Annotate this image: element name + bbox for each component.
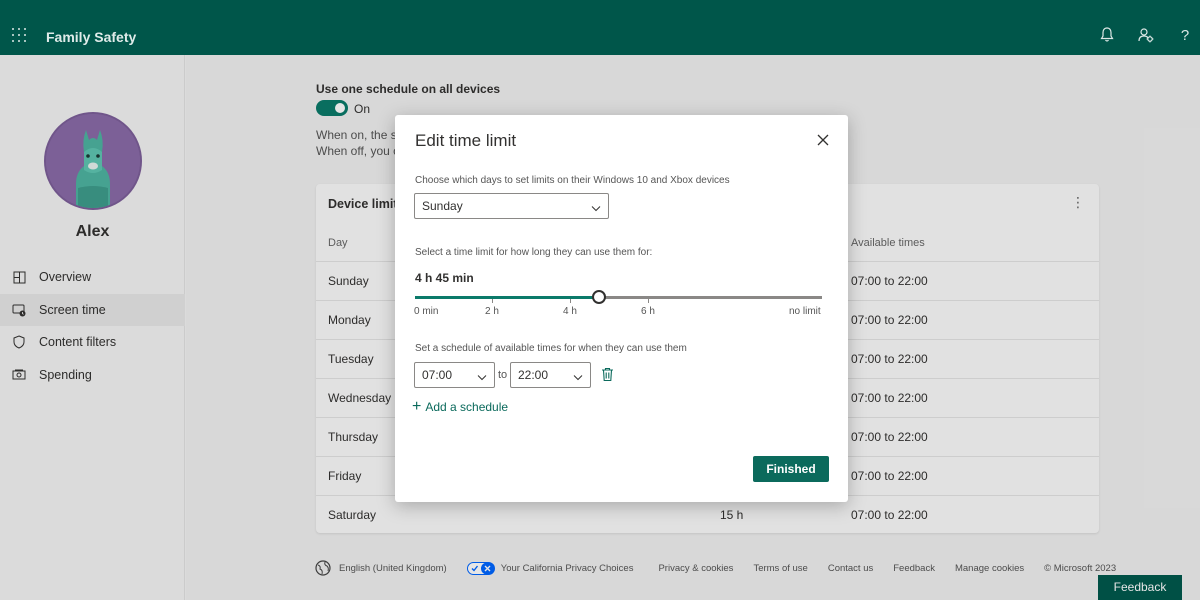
slider-tick bbox=[492, 299, 493, 303]
slider-tick bbox=[570, 299, 571, 303]
close-icon[interactable] bbox=[816, 133, 830, 147]
chevron-down-icon bbox=[477, 371, 487, 381]
finished-button[interactable]: Finished bbox=[753, 456, 829, 482]
limit-label: Select a time limit for how long they ca… bbox=[415, 247, 653, 258]
from-time-value: 07:00 bbox=[422, 368, 453, 382]
edit-time-limit-dialog: Edit time limit Choose which days to set… bbox=[395, 115, 848, 502]
tick-label-no-limit: no limit bbox=[789, 306, 821, 317]
plus-icon: + bbox=[412, 398, 422, 415]
tick-label-6h: 6 h bbox=[641, 306, 655, 317]
delete-schedule-icon[interactable] bbox=[601, 367, 614, 382]
slider-tick bbox=[648, 299, 649, 303]
to-time-select[interactable]: 22:00 bbox=[510, 362, 591, 388]
tick-label-0: 0 min bbox=[414, 306, 439, 317]
to-label: to bbox=[498, 369, 508, 381]
time-slider-fill bbox=[415, 296, 599, 299]
add-schedule-label: Add a schedule bbox=[425, 400, 509, 414]
schedule-label: Set a schedule of available times for wh… bbox=[415, 343, 687, 354]
day-select[interactable]: Sunday bbox=[414, 193, 609, 219]
tick-label-4h: 4 h bbox=[563, 306, 577, 317]
tick-label-2h: 2 h bbox=[485, 306, 499, 317]
to-time-value: 22:00 bbox=[518, 368, 549, 382]
days-label: Choose which days to set limits on their… bbox=[415, 175, 730, 186]
dialog-title: Edit time limit bbox=[415, 131, 517, 150]
chevron-down-icon bbox=[591, 202, 601, 212]
from-time-select[interactable]: 07:00 bbox=[414, 362, 495, 388]
chevron-down-icon bbox=[573, 371, 583, 381]
time-slider-thumb[interactable] bbox=[591, 290, 606, 304]
time-limit-value: 4 h 45 min bbox=[415, 271, 474, 285]
day-select-value: Sunday bbox=[422, 199, 463, 213]
add-schedule-link[interactable]: + Add a schedule bbox=[412, 398, 509, 415]
